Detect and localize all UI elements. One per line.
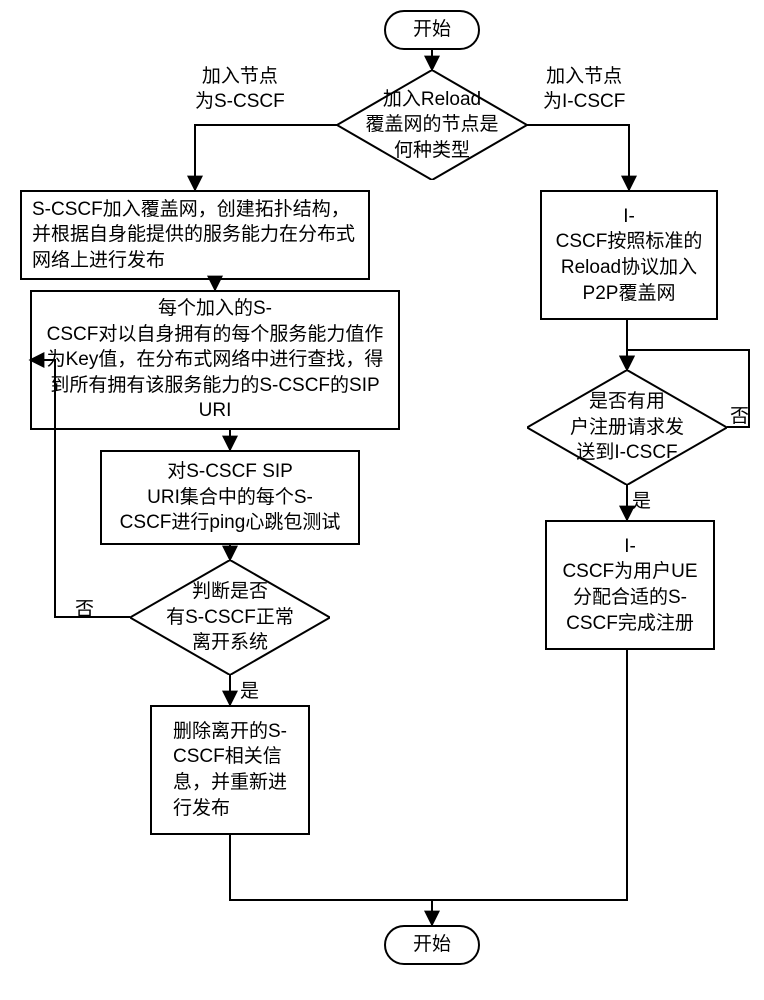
right-step-1-text: I- CSCF按照标准的 Reload协议加入 P2P覆盖网	[556, 204, 703, 307]
decision-node-type: 加入Reload 覆盖网的节点是 何种类型	[337, 70, 527, 180]
register-no-label: 否	[730, 405, 749, 430]
end-terminal: 开始	[384, 925, 480, 965]
start-terminal: 开始	[384, 10, 480, 50]
left-step-4-text: 删除离开的S- CSCF相关信 息，并重新进 行发布	[173, 719, 287, 822]
decision-scscf-leave: 判断是否 有S-CSCF正常 离开系统	[130, 560, 330, 675]
branch-left-label: 加入节点 为S-CSCF	[195, 65, 285, 114]
left-step-1-text: S-CSCF加入覆盖网，创建拓扑结构，并根据自身能提供的服务能力在分布式网络上进…	[32, 197, 358, 274]
right-step-2-text: I- CSCF为用户UE 分配合适的S- CSCF完成注册	[562, 534, 697, 637]
register-yes-label: 是	[632, 490, 651, 515]
right-step-2: I- CSCF为用户UE 分配合适的S- CSCF完成注册	[545, 520, 715, 650]
start-label: 开始	[413, 17, 451, 43]
left-step-3: 对S-CSCF SIP URI集合中的每个S- CSCF进行ping心跳包测试	[100, 450, 360, 545]
leave-yes-label: 是	[240, 680, 259, 705]
left-step-2-text: 每个加入的S- CSCF对以自身拥有的每个服务能力值作为Key值，在分布式网络中…	[42, 296, 388, 424]
decision-scscf-leave-text: 判断是否 有S-CSCF正常 离开系统	[158, 579, 302, 656]
branch-right-label: 加入节点 为I-CSCF	[543, 65, 625, 114]
left-step-4: 删除离开的S- CSCF相关信 息，并重新进 行发布	[150, 705, 310, 835]
leave-no-label: 否	[75, 598, 94, 623]
left-step-2: 每个加入的S- CSCF对以自身拥有的每个服务能力值作为Key值，在分布式网络中…	[30, 290, 400, 430]
end-label: 开始	[413, 932, 451, 958]
decision-user-register-text: 是否有用 户注册请求发 送到I-CSCF	[562, 389, 692, 466]
decision-user-register: 是否有用 户注册请求发 送到I-CSCF	[527, 370, 727, 485]
decision-node-type-text: 加入Reload 覆盖网的节点是 何种类型	[357, 87, 506, 164]
right-step-1: I- CSCF按照标准的 Reload协议加入 P2P覆盖网	[540, 190, 718, 320]
left-step-1: S-CSCF加入覆盖网，创建拓扑结构，并根据自身能提供的服务能力在分布式网络上进…	[20, 190, 370, 280]
left-step-3-text: 对S-CSCF SIP URI集合中的每个S- CSCF进行ping心跳包测试	[120, 459, 341, 536]
